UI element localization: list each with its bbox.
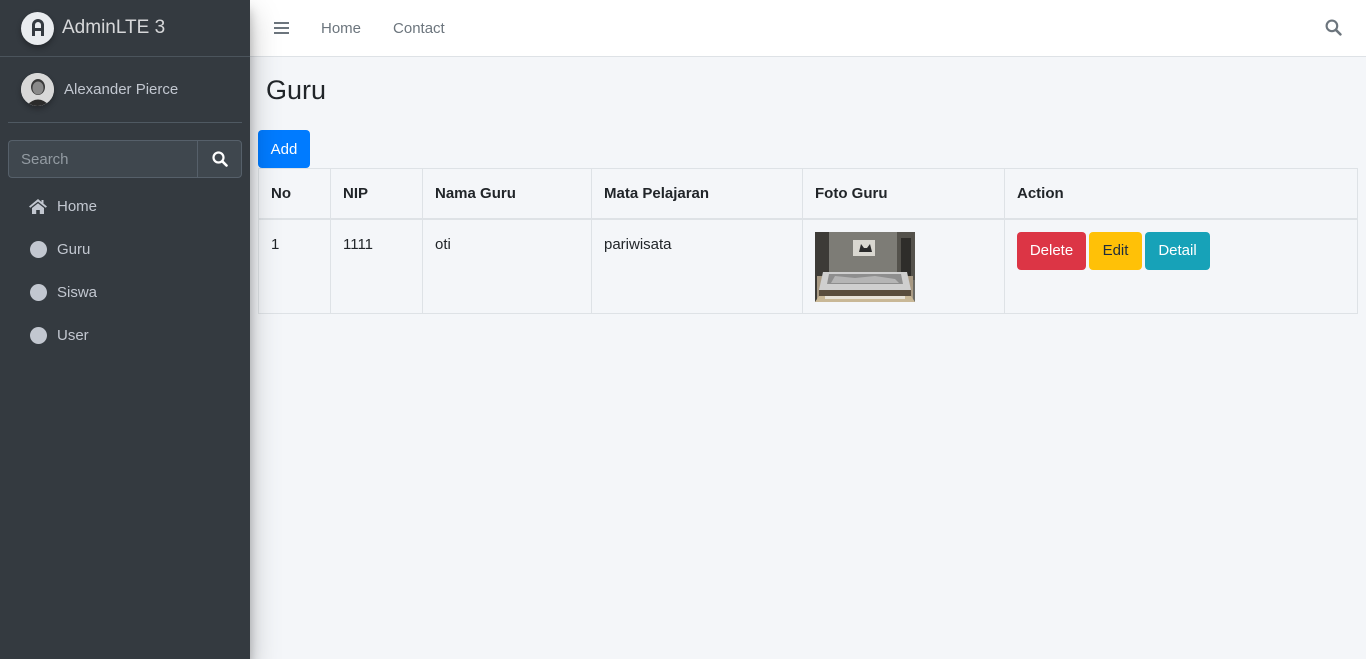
user-name[interactable]: Alexander Pierce — [64, 81, 178, 98]
sidebar-item-label: Siswa — [57, 284, 98, 301]
cell-nama-guru: oti — [422, 218, 592, 314]
column-header-mata-pelajaran: Mata Pelajaran — [591, 168, 803, 220]
sidebar: AdminLTE 3 Alexander Pierce Search Home … — [0, 0, 250, 659]
circle-icon — [28, 326, 48, 346]
top-navbar: Home Contact — [250, 0, 1366, 57]
sidebar-nav: Home Guru Siswa User — [8, 185, 242, 357]
circle-icon — [28, 240, 48, 260]
content-wrapper: Guru Add No NIP Nama Guru Mata Pelajaran… — [250, 57, 1366, 659]
sidebar-item-user[interactable]: User — [8, 314, 242, 357]
menu-toggle-icon[interactable] — [274, 22, 289, 34]
cell-foto-guru — [802, 218, 1005, 314]
brand-title: AdminLTE 3 — [62, 17, 166, 38]
cell-nip: 1111 — [330, 218, 423, 314]
delete-button[interactable]: Delete — [1017, 231, 1086, 270]
adminlte-logo-icon — [21, 11, 54, 45]
sidebar-item-label: Guru — [57, 241, 91, 258]
nav-link-contact[interactable]: Contact — [393, 20, 445, 37]
sidebar-item-home[interactable]: Home — [8, 185, 242, 228]
brand-link[interactable]: AdminLTE 3 — [0, 0, 250, 57]
cell-mata-pelajaran: pariwisata — [591, 218, 803, 314]
column-header-foto-guru: Foto Guru — [802, 168, 1005, 220]
add-button[interactable]: Add — [258, 130, 310, 168]
edit-button[interactable]: Edit — [1089, 231, 1142, 270]
sidebar-search — [8, 140, 242, 178]
cell-no: 1 — [258, 218, 331, 314]
column-header-action: Action — [1004, 168, 1358, 220]
sidebar-item-label: Home — [57, 198, 98, 215]
guru-table: No NIP Nama Guru Mata Pelajaran Foto Gur… — [258, 168, 1358, 314]
sidebar-item-siswa[interactable]: Siswa — [8, 271, 242, 314]
search-icon — [211, 151, 228, 167]
detail-button[interactable]: Detail — [1145, 231, 1210, 270]
guru-photo — [815, 231, 915, 302]
user-avatar — [21, 73, 54, 106]
column-header-no: No — [258, 168, 331, 220]
sidebar-item-guru[interactable]: Guru — [8, 228, 242, 271]
table-row: 1 1111 oti pariwisata Delete Edit Detail — [258, 218, 1358, 314]
home-icon — [28, 197, 48, 217]
cell-action: Delete Edit Detail — [1004, 218, 1358, 314]
page-title: Guru — [266, 75, 327, 105]
sidebar-search-input[interactable] — [8, 140, 197, 178]
sidebar-search-button[interactable] — [197, 140, 242, 178]
circle-icon — [28, 283, 48, 303]
sidebar-item-label: User — [57, 327, 89, 344]
navbar-search-icon[interactable] — [1325, 19, 1342, 41]
nav-link-home[interactable]: Home — [321, 20, 361, 37]
column-header-nama-guru: Nama Guru — [422, 168, 592, 220]
table-header-row: No NIP Nama Guru Mata Pelajaran Foto Gur… — [258, 168, 1358, 220]
user-panel[interactable]: Alexander Pierce — [8, 57, 242, 123]
column-header-nip: NIP — [330, 168, 423, 220]
